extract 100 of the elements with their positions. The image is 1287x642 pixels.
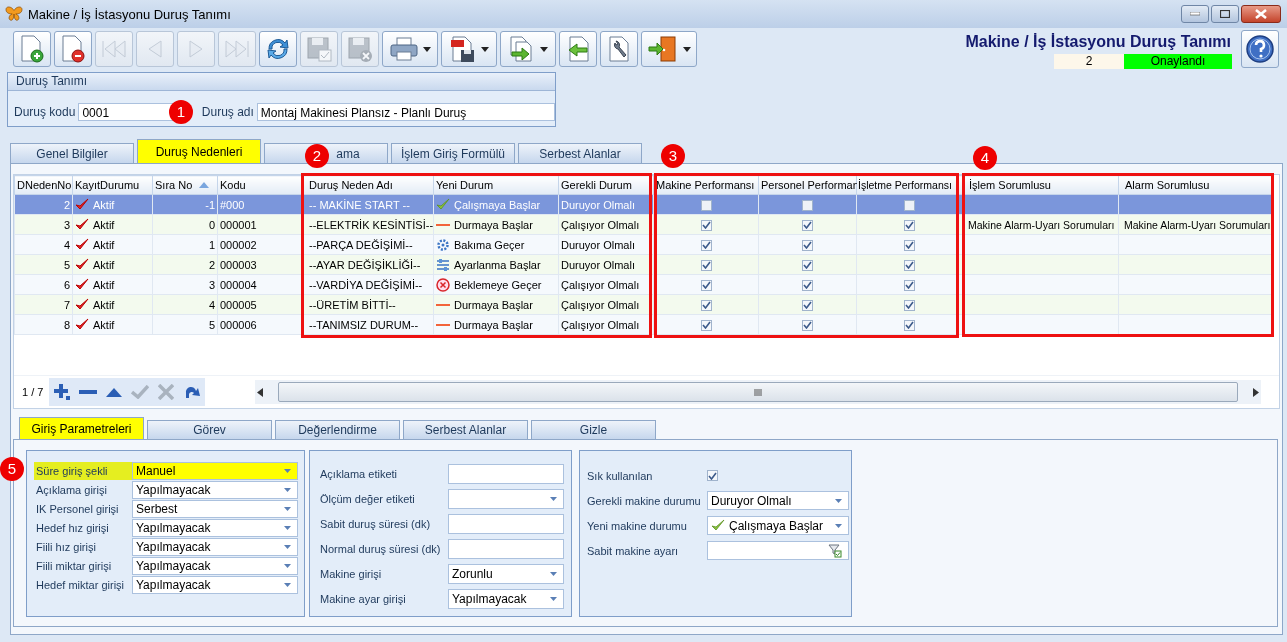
export-button[interactable] — [500, 31, 556, 67]
scroll-left-icon[interactable] — [257, 387, 264, 397]
table-cell: Aktif — [93, 198, 115, 211]
dropdown-field[interactable]: Duruyor Olmalı — [707, 491, 849, 510]
dropdown-field[interactable]: Yapılmayacak — [448, 588, 564, 609]
caret-icon — [550, 596, 557, 601]
print-button[interactable] — [382, 31, 438, 67]
checkbox[interactable] — [802, 199, 813, 211]
scroll-right-icon[interactable] — [1253, 387, 1260, 397]
maximize-button[interactable] — [1211, 5, 1239, 23]
up-arrow-icon — [106, 387, 123, 397]
new-document-icon — [19, 34, 45, 64]
refresh-button[interactable] — [259, 31, 297, 67]
field-label: Açıklama girişi — [35, 482, 108, 498]
checkbox[interactable] — [700, 259, 712, 271]
checkbox[interactable] — [700, 239, 712, 251]
scrollbar-thumb[interactable] — [278, 382, 1239, 403]
code-field[interactable]: 0001 — [78, 103, 174, 121]
checkbox[interactable] — [700, 219, 712, 231]
checkbox[interactable] — [904, 299, 915, 311]
checkbox[interactable] — [802, 239, 813, 251]
checkbox[interactable] — [802, 259, 813, 271]
table-cell: Duruyor Olmalı — [558, 194, 654, 215]
field-label: Sık kullanılan — [587, 469, 654, 482]
checkbox[interactable] — [904, 199, 915, 211]
checkbox[interactable] — [904, 319, 915, 331]
dropdown-field[interactable]: Yapılmayacak — [132, 556, 298, 575]
tab[interactable]: Serbest Alanlar — [403, 420, 528, 439]
column-header[interactable]: Sıra No — [152, 175, 218, 195]
tools-button[interactable] — [600, 31, 638, 67]
lookup-field[interactable] — [707, 541, 849, 560]
checkbox[interactable] — [904, 219, 915, 231]
dropdown-field[interactable]: Serbest — [132, 499, 298, 518]
tab[interactable]: Değerlendirme — [275, 420, 400, 439]
panel-title: Duruş Tanımı — [8, 73, 555, 91]
field-label: Hedef hız girişi — [35, 520, 110, 536]
check-icon — [75, 238, 89, 251]
dropdown-field[interactable]: Zorunlu — [448, 563, 564, 584]
table-cell: --PARÇA DEĞİŞİMİ-- — [303, 234, 434, 255]
checkbox[interactable] — [700, 299, 712, 311]
table-cell: --VARDİYA DEĞİŞİMİ-- — [303, 274, 434, 295]
tab[interactable]: Giriş Parametreleri — [19, 417, 144, 439]
caret-icon — [550, 571, 557, 576]
new-button[interactable] — [13, 31, 51, 67]
checkbox[interactable] — [802, 219, 813, 231]
tab[interactable]: Duruş Nedenleri — [137, 139, 261, 163]
name-field[interactable]: Montaj Makinesi Plansız - Planlı Duruş — [256, 103, 555, 121]
column-header[interactable]: KayıtDurumu — [72, 175, 153, 195]
tab[interactable]: Görev — [147, 420, 272, 439]
check-icon — [711, 519, 725, 532]
caret-icon — [550, 496, 557, 501]
table-cell: Çalışıyor Olmalı — [558, 294, 654, 315]
table-cell: 6 — [14, 274, 73, 295]
tab[interactable]: Gizle — [531, 420, 656, 439]
checkbox[interactable] — [904, 239, 915, 251]
column-header[interactable]: DNedenNo — [14, 175, 73, 195]
sliders-icon — [436, 257, 450, 272]
check-icon — [436, 198, 450, 211]
checkbox[interactable] — [802, 299, 813, 311]
text-field[interactable] — [448, 463, 564, 484]
table-cell: 3 — [152, 274, 218, 295]
skip-first-icon — [100, 39, 128, 59]
caret-icon — [284, 582, 291, 587]
checkbox[interactable] — [700, 319, 712, 331]
dropdown-field[interactable]: Yapılmayacak — [132, 537, 298, 556]
dropdown-field[interactable]: Çalışmaya Başlar — [707, 516, 849, 535]
table-cell: 7 — [14, 294, 73, 315]
exit-button[interactable] — [641, 31, 697, 67]
delete-button[interactable] — [54, 31, 92, 67]
checkbox[interactable] — [802, 279, 813, 291]
tab[interactable]: Serbest Alanlar — [518, 143, 642, 163]
dropdown-field[interactable] — [448, 488, 564, 509]
dropdown-field[interactable]: Yapılmayacak — [132, 575, 298, 594]
dropdown-field[interactable]: Manuel — [132, 461, 298, 480]
text-field[interactable] — [448, 538, 564, 559]
help-button[interactable] — [1241, 30, 1279, 68]
dropdown-field[interactable]: Yapılmayacak — [132, 518, 298, 537]
import-button[interactable] — [559, 31, 597, 67]
field-label: Ölçüm değer etiketi — [320, 492, 416, 505]
field-label: IK Personel girişi — [35, 501, 120, 517]
close-button[interactable] — [1241, 5, 1281, 23]
column-header[interactable]: Kodu — [217, 175, 304, 195]
checkbox[interactable] — [700, 199, 712, 211]
pdf-button[interactable] — [441, 31, 497, 67]
checkbox[interactable] — [707, 470, 718, 481]
table-cell: Makine Alarm-Uyarı Sorumuları — [1124, 218, 1271, 231]
help-icon — [1245, 34, 1275, 64]
text-field[interactable] — [448, 513, 564, 534]
checkbox[interactable] — [802, 319, 813, 331]
caret-icon — [284, 525, 291, 530]
horizontal-scrollbar[interactable] — [255, 380, 1262, 405]
tab[interactable]: Genel Bilgiler — [10, 143, 134, 163]
table-cell: Durmaya Başlar — [454, 218, 533, 231]
caret-icon — [284, 468, 291, 473]
dropdown-field[interactable]: Yapılmayacak — [132, 480, 298, 499]
checkbox[interactable] — [700, 279, 712, 291]
checkbox[interactable] — [904, 279, 915, 291]
field-label: Makine girişi — [320, 567, 383, 580]
tab[interactable]: İşlem Giriş Formülü — [391, 143, 515, 163]
checkbox[interactable] — [904, 259, 915, 271]
